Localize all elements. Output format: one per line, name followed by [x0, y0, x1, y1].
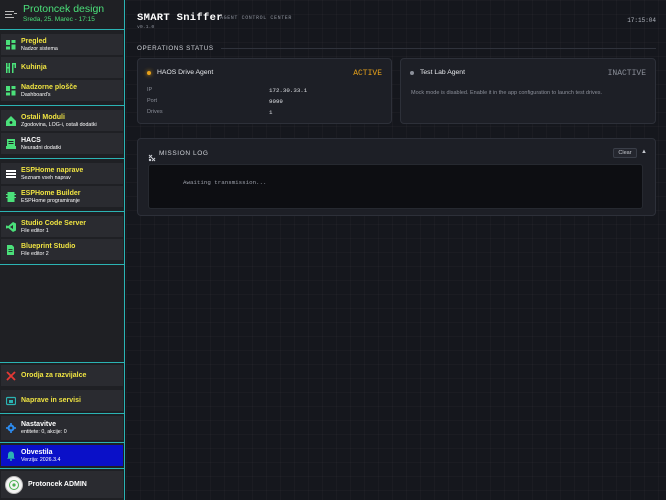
- hammer-icon: [5, 370, 16, 381]
- sidebar-item-label: Naprave in servisi: [21, 397, 81, 404]
- home-assistant-icon: [5, 115, 16, 126]
- sidebar-tools-block: Orodja za razvijalce Naprave in servisi: [0, 362, 124, 413]
- section-divider: [221, 48, 656, 49]
- version-label: Verzija: 2026.3.4: [21, 456, 61, 463]
- sidebar-item-label: Pregled: [21, 37, 47, 45]
- field-key: Port: [147, 98, 158, 104]
- sidebar-group-editors: Studio Code Server File editor 1 Bluepri…: [0, 212, 124, 265]
- sidebar-item-sublabel: File editor 1: [21, 227, 49, 234]
- status-dot-icon: [147, 71, 151, 75]
- sidebar-notifications-block: Obvestila Verzija: 2026.3.4: [0, 442, 124, 468]
- sidebar-header: Protoncek design Sreda, 25. Marec - 17:1…: [0, 0, 124, 30]
- esphome-icon: [5, 168, 16, 179]
- sidebar-item-label: Nastavitve: [21, 421, 57, 428]
- chip-icon: [5, 191, 16, 202]
- mission-log-title: MISSION LOG: [159, 150, 209, 157]
- sidebar-item-esphome-naprave[interactable]: ESPHome naprave Seznam vseh naprav: [1, 163, 123, 184]
- sidebar-item-sublabel: Zgodovina, LOG-i, ostali dodatki: [21, 121, 97, 128]
- agent-message: Mock mode is disabled. Enable it in the …: [411, 90, 603, 96]
- sidebar-item-label: Ostali Moduli: [21, 113, 65, 121]
- agent-name: HAOS Drive Agent: [157, 69, 214, 76]
- avatar: [5, 475, 23, 494]
- field-key: IP: [147, 87, 153, 93]
- sidebar-item-label: Obvestila: [21, 448, 53, 456]
- agent-card-test-lab: Test Lab Agent INACTIVE Mock mode is dis…: [400, 58, 656, 124]
- field-value: 9099: [269, 98, 283, 105]
- gear-icon: [5, 423, 16, 434]
- sidebar: Protoncek design Sreda, 25. Marec - 17:1…: [0, 0, 125, 500]
- sidebar-item-nadzorne-plosce[interactable]: Nadzorne plošče Dashboard's: [1, 80, 123, 101]
- sidebar-item-user[interactable]: Protoncek ADMIN: [1, 471, 123, 498]
- collapse-icon[interactable]: ▲: [641, 149, 647, 155]
- field-value: 172.30.33.1: [269, 87, 308, 94]
- sidebar-item-sublabel: Neuradni dodatki: [21, 144, 62, 151]
- sidebar-item-label: Studio Code Server: [21, 219, 86, 227]
- sidebar-item-label: ESPHome Builder: [21, 189, 81, 197]
- agent-card-haos: HAOS Drive Agent ACTIVE IP 172.30.33.1 P…: [137, 58, 392, 124]
- mission-log-panel: MISSION LOG Clear ▲ Awaiting transmissio…: [137, 138, 656, 216]
- sidebar-item-label: Kuhinja: [21, 64, 47, 71]
- dashboard-icon: [5, 39, 16, 50]
- log-line: Awaiting transmission...: [183, 179, 267, 186]
- section-title: OPERATIONS STATUS: [137, 45, 214, 52]
- page-subtitle: AGENT CONTROL CENTER: [220, 15, 293, 21]
- vscode-icon: [5, 221, 16, 232]
- sidebar-item-label: Nadzorne plošče: [21, 83, 78, 91]
- field-key: Drives: [147, 109, 163, 115]
- sidebar-item-developer-tools[interactable]: Orodja za razvijalce: [1, 365, 123, 386]
- status-badge: ACTIVE: [353, 69, 382, 78]
- sidebar-settings-block: Nastavitve entitete: 0, akcije: 0: [0, 413, 124, 442]
- sidebar-item-devices-services[interactable]: Naprave in servisi: [1, 390, 123, 411]
- sidebar-item-sublabel: ESPHome programiranje: [21, 197, 80, 204]
- log-console: Awaiting transmission...: [148, 164, 643, 209]
- sidebar-group-modules: Ostali Moduli Zgodovina, LOG-i, ostali d…: [0, 106, 124, 159]
- sidebar-item-notifications[interactable]: Obvestila Verzija: 2026.3.4: [1, 445, 123, 466]
- file-edit-icon: [5, 244, 16, 255]
- sidebar-item-settings[interactable]: Nastavitve entitete: 0, akcije: 0: [1, 416, 123, 440]
- field-value: 1: [269, 109, 273, 116]
- sidebar-item-sublabel: Dashboard's: [21, 91, 51, 98]
- brand-title: Protoncek design: [23, 3, 105, 15]
- sidebar-item-esphome-builder[interactable]: ESPHome Builder ESPHome programiranje: [1, 186, 123, 207]
- clear-log-button[interactable]: Clear: [613, 148, 637, 158]
- status-dot-icon: [410, 71, 414, 75]
- status-badge: INACTIVE: [607, 69, 646, 78]
- settings-counts: entitete: 0, akcije: 0: [21, 429, 67, 435]
- devices-icon: [5, 395, 16, 406]
- sidebar-item-blueprint-studio[interactable]: Blueprint Studio File editor 2: [1, 239, 123, 260]
- sidebar-item-sublabel: Nadzor sistema: [21, 45, 58, 52]
- sidebar-user-block: Protoncek ADMIN: [0, 468, 124, 500]
- sidebar-item-sublabel: File editor 2: [21, 250, 49, 257]
- page-title: SMART Sniffer: [137, 12, 223, 24]
- sidebar-item-ostali-moduli[interactable]: Ostali Moduli Zgodovina, LOG-i, ostali d…: [1, 110, 123, 131]
- agent-name: Test Lab Agent: [420, 69, 465, 76]
- kitchen-icon: [5, 62, 16, 73]
- sidebar-item-label: ESPHome naprave: [21, 166, 84, 174]
- sidebar-group-main: Pregled Nadzor sistema Kuhinja Nadzorne …: [0, 30, 124, 106]
- clock: 17:15:04: [627, 17, 656, 24]
- sidebar-item-studio-code-server[interactable]: Studio Code Server File editor 1: [1, 216, 123, 237]
- sidebar-item-label: HACS: [21, 136, 41, 144]
- sidebar-group-esphome: ESPHome naprave Seznam vseh naprav ESPHo…: [0, 159, 124, 212]
- hacs-icon: [5, 138, 16, 149]
- user-name: Protoncek ADMIN: [28, 481, 87, 488]
- sidebar-bottom: Orodja za razvijalce Naprave in servisi …: [0, 362, 124, 500]
- sidebar-item-pregled[interactable]: Pregled Nadzor sistema: [1, 34, 123, 55]
- app-version: v0.1.0: [137, 25, 155, 30]
- brand-date: Sreda, 25. Marec - 17:15: [23, 16, 95, 23]
- bell-icon: [5, 450, 16, 461]
- menu-collapse-icon[interactable]: [4, 8, 18, 22]
- sidebar-item-label: Blueprint Studio: [21, 242, 76, 250]
- dashboard-icon: [5, 85, 16, 96]
- sidebar-item-hacs[interactable]: HACS Neuradni dodatki: [1, 133, 123, 154]
- sidebar-item-kuhinja[interactable]: Kuhinja: [1, 57, 123, 78]
- main-content: SMART Sniffer AGENT CONTROL CENTER v0.1.…: [126, 0, 666, 500]
- sidebar-item-label: Orodja za razvijalce: [21, 372, 87, 379]
- sidebar-item-sublabel: Seznam vseh naprav: [21, 174, 71, 181]
